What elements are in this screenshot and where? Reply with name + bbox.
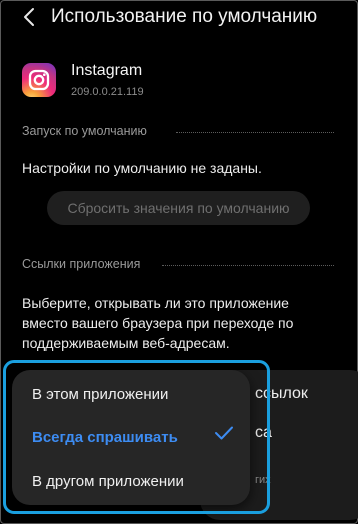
page-title: Использование по умолчанию	[51, 6, 318, 27]
description-line: вместо вашего браузера при переходе по	[22, 315, 294, 331]
app-links-heading: Ссылки приложения	[22, 257, 141, 271]
back-arrow-icon[interactable]	[20, 5, 40, 29]
camera-icon	[28, 69, 50, 91]
instagram-app-icon	[22, 63, 56, 97]
description-line: Выберите, открывать ли это приложение	[22, 295, 289, 311]
app-name: Instagram	[71, 62, 143, 79]
section-divider	[176, 132, 334, 133]
top-bar: Использование по умолчанию	[0, 0, 358, 36]
default-status-text: Настройки по умолчанию не заданы.	[22, 160, 262, 176]
app-version: 209.0.0.21.119	[71, 86, 144, 98]
reset-defaults-button[interactable]: Сбросить значения по умолчанию	[47, 191, 310, 225]
section-divider	[162, 265, 334, 266]
launch-default-heading: Запуск по умолчанию	[22, 124, 147, 138]
highlight-outline	[3, 360, 270, 514]
app-links-description: Выберите, открывать ли это приложение вм…	[22, 293, 293, 353]
description-line: поддерживаемым веб-адресам.	[22, 335, 230, 351]
